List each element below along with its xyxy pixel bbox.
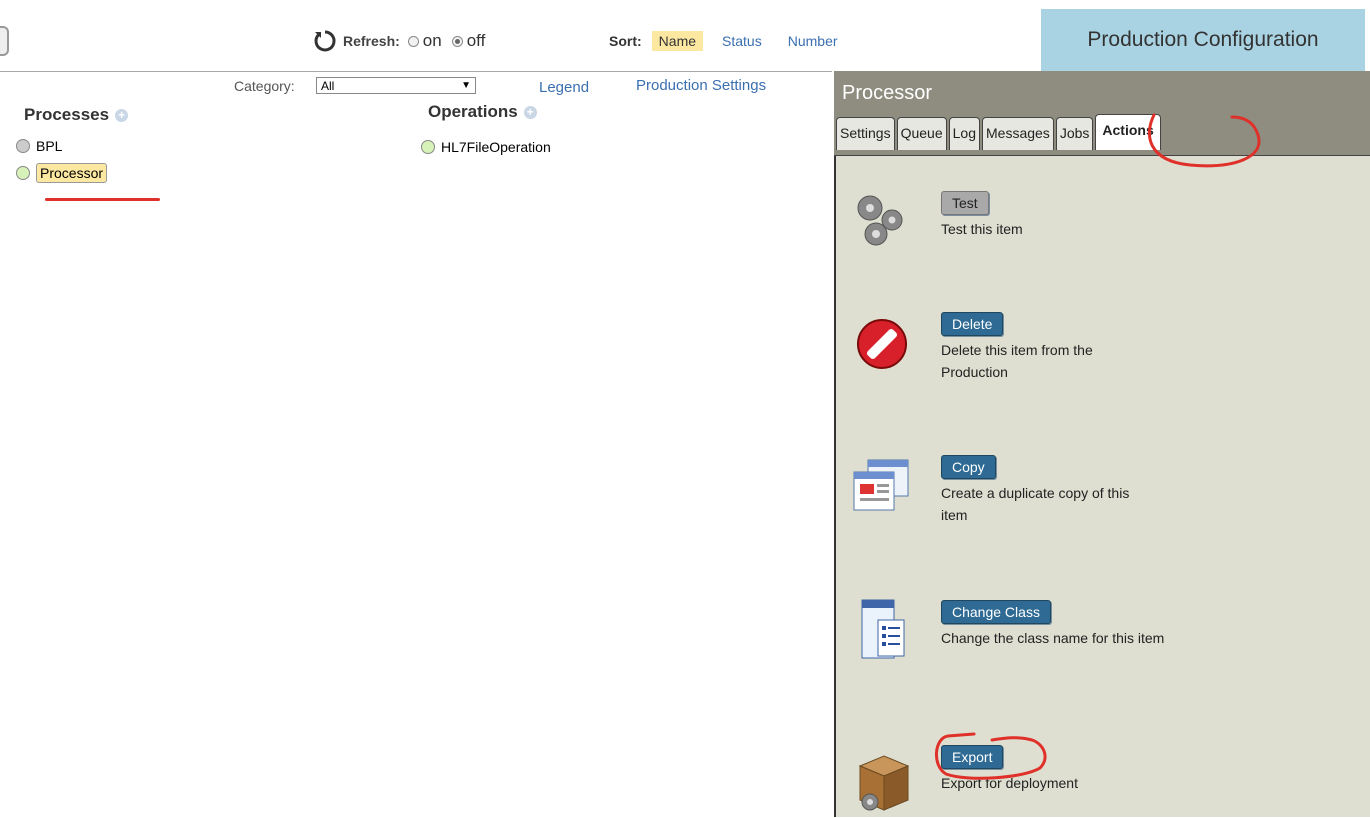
operations-title: Operations [428,102,518,121]
export-description: Export for deployment [941,775,1078,791]
tab-settings[interactable]: Settings [836,117,895,150]
refresh-off-label[interactable]: off [467,31,486,51]
copy-button[interactable]: Copy [941,455,996,479]
sort-name-option[interactable]: Name [651,31,704,51]
copy-action: Copy Create a duplicate copy of this ite… [941,455,1151,526]
change-class-button[interactable]: Change Class [941,600,1051,624]
refresh-icon[interactable] [313,29,337,53]
page-title: Production Configuration [1041,9,1365,71]
tab-jobs[interactable]: Jobs [1055,117,1094,150]
settings-panel [834,71,1370,817]
add-process-icon[interactable]: + [115,108,129,122]
refresh-control: Refresh: on off [313,30,493,52]
copy-windows-icon [853,459,909,511]
process-item-processor[interactable]: Processor [16,163,108,183]
copy-description: Create a duplicate copy of this item [941,485,1130,523]
class-document-icon [861,599,905,659]
tab-divider [834,155,1370,156]
sort-label: Sort: [609,33,642,49]
change-class-action: Change Class Change the class name for t… [941,600,1171,649]
export-action: Export Export for deployment [941,745,1151,794]
status-dot-icon [421,140,435,154]
package-box-icon [858,755,910,811]
production-settings-link[interactable]: Production Settings [636,77,766,94]
operation-item-hl7fileoperation[interactable]: HL7FileOperation [421,139,551,155]
tab-queue[interactable]: Queue [896,117,947,150]
sort-status-option[interactable]: Status [715,31,769,51]
delete-action: Delete Delete this item from the Product… [941,312,1151,383]
chevron-down-icon: ▼ [461,80,471,91]
tab-actions[interactable]: Actions [1095,114,1161,150]
process-label: Processor [36,163,108,183]
processes-title: Processes [24,105,110,124]
tab-messages[interactable]: Messages [982,117,1054,150]
legend-link[interactable]: Legend [539,79,589,96]
sort-number-option[interactable]: Number [781,31,845,51]
processes-header: Processes + [24,105,129,125]
delete-button[interactable]: Delete [941,312,1004,336]
category-select[interactable]: All ▼ [316,77,476,94]
process-item-bpl[interactable]: BPL [16,138,62,154]
delete-description: Delete this item from the Production [941,342,1093,380]
category-value: All [321,78,335,93]
process-label: BPL [36,138,63,154]
test-button[interactable]: Test [941,191,989,215]
status-dot-icon [16,139,30,153]
panel-tabs: Settings Queue Log Messages Jobs Actions [836,114,1163,150]
no-entry-icon [857,319,907,369]
production-diagram-pane [0,71,832,818]
panel-title: Processor [842,82,933,104]
sort-control: Sort: Name Status Number [609,30,857,52]
refresh-off-radio[interactable] [451,35,463,47]
refresh-on-label[interactable]: on [423,31,442,51]
export-button[interactable]: Export [941,745,1004,769]
test-description: Test this item [941,221,1023,237]
gears-icon [857,195,903,246]
status-dot-icon [16,166,30,180]
test-action: Test Test this item [941,191,1151,240]
add-operation-icon[interactable]: + [523,105,537,119]
change-class-description: Change the class name for this item [941,630,1165,646]
refresh-label: Refresh: [343,33,400,49]
collapse-handle[interactable] [0,26,9,56]
operation-label: HL7FileOperation [441,139,551,155]
refresh-on-radio[interactable] [407,35,419,47]
category-label: Category: [234,78,295,94]
tab-log[interactable]: Log [948,117,980,150]
operations-header: Operations + [428,102,537,122]
